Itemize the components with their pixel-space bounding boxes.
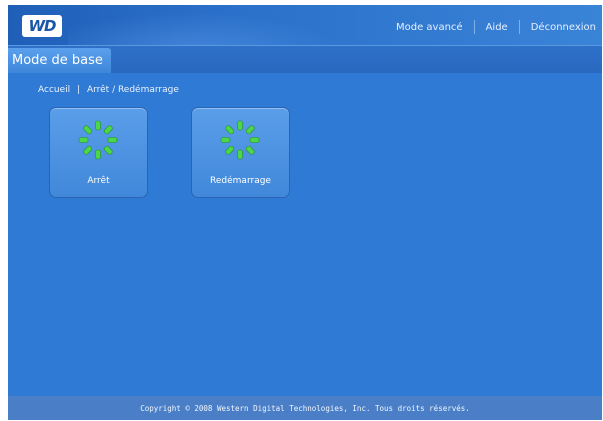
help-link[interactable]: Aide (486, 22, 508, 33)
tab-bar: Mode de base (8, 45, 602, 74)
spinner-bar (220, 137, 231, 143)
spinner-icon (220, 120, 260, 160)
spinner-bar (78, 137, 89, 143)
spinner-bar (95, 149, 101, 160)
restart-label: Redémarrage (210, 176, 271, 186)
spinner-bar (237, 149, 243, 160)
nav-divider (473, 20, 475, 34)
spinner-bar (103, 145, 113, 155)
spinner-bar (225, 145, 235, 155)
breadcrumb: Accueil | Arrêt / Redémarrage (38, 85, 179, 95)
restart-button[interactable]: Redémarrage (191, 107, 290, 198)
spinner-bar (249, 137, 260, 143)
spinner-bar (83, 145, 93, 155)
breadcrumb-separator: | (77, 85, 81, 95)
spinner-bar (107, 137, 118, 143)
nav-divider (518, 20, 520, 34)
tab-basic-mode[interactable]: Mode de base (8, 48, 111, 73)
spinner-bar (245, 145, 255, 155)
breadcrumb-home-link[interactable]: Accueil (38, 85, 70, 95)
header-bar: WD Mode avancé Aide Déconnexion (8, 5, 602, 45)
main-content: Accueil | Arrêt / Redémarrage Arrêt Redé… (8, 73, 602, 396)
breadcrumb-current: Arrêt / Redémarrage (86, 85, 179, 95)
logo-text: WD (28, 17, 57, 35)
advanced-mode-link[interactable]: Mode avancé (396, 22, 463, 33)
copyright-text: Copyright © 2008 Western Digital Technol… (140, 403, 470, 413)
app-window: WD Mode avancé Aide Déconnexion Mode de … (8, 5, 602, 420)
shutdown-label: Arrêt (87, 176, 110, 186)
footer: Copyright © 2008 Western Digital Technol… (8, 396, 602, 420)
spinner-bar (237, 120, 243, 131)
spinner-bar (225, 125, 235, 135)
shutdown-button[interactable]: Arrêt (49, 107, 148, 198)
wd-logo[interactable]: WD (22, 15, 62, 37)
spinner-bar (245, 125, 255, 135)
logout-link[interactable]: Déconnexion (531, 22, 596, 33)
spinner-bar (95, 120, 101, 131)
spinner-icon (78, 120, 118, 160)
spinner-bar (83, 125, 93, 135)
header-decoration (68, 5, 368, 45)
top-navigation: Mode avancé Aide Déconnexion (396, 20, 596, 34)
spinner-bar (103, 125, 113, 135)
